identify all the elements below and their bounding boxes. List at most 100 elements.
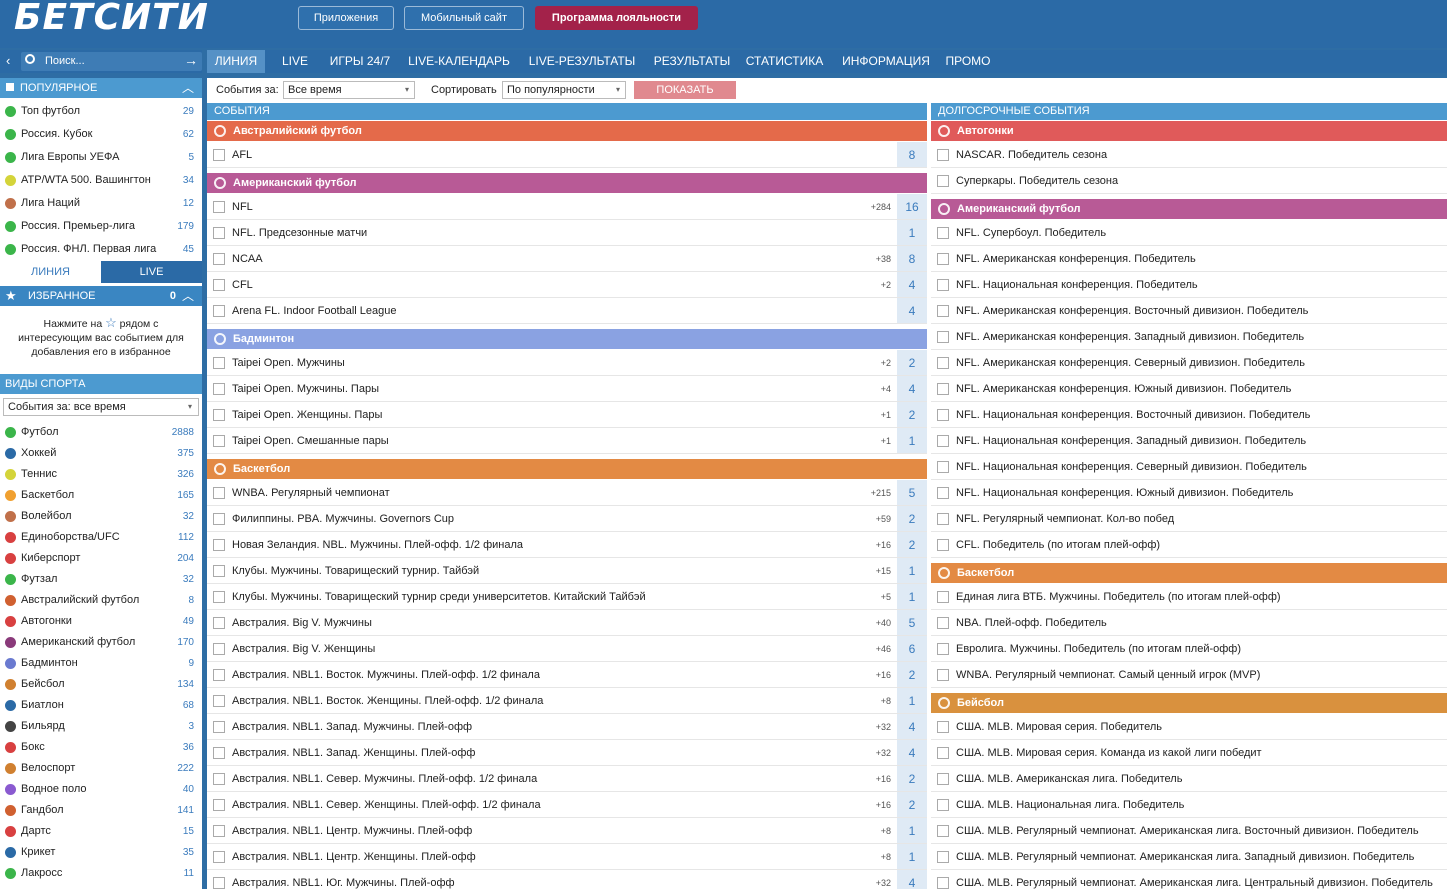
checkbox[interactable]	[213, 279, 225, 291]
popular-item[interactable]: ATP/WTA 500. Вашингтон 34	[0, 169, 202, 192]
checkbox[interactable]	[213, 227, 225, 239]
popular-item[interactable]: Лига Европы УЕФА 5	[0, 146, 202, 169]
checkbox[interactable]	[213, 149, 225, 161]
favorites-header[interactable]: ★ ИЗБРАННОЕ 0 ︿	[0, 286, 202, 306]
nav-tab-8[interactable]: ПРОМО	[944, 50, 992, 73]
checkbox[interactable]	[213, 591, 225, 603]
popular-header[interactable]: ПОПУЛЯРНОЕ ︿	[0, 78, 202, 98]
checkbox[interactable]	[937, 721, 949, 733]
event-count[interactable]: 8	[897, 246, 927, 271]
longterm-row[interactable]: NASCAR. Победитель сезона	[931, 142, 1447, 168]
checkbox[interactable]	[937, 539, 949, 551]
sport-item[interactable]: Австралийский футбол 8	[0, 590, 202, 611]
sort-select[interactable]: По популярности ▾	[502, 81, 626, 99]
checkbox[interactable]	[937, 825, 949, 837]
event-row[interactable]: AFL 8	[207, 142, 927, 168]
longterm-row[interactable]: NFL. Национальная конференция. Восточный…	[931, 402, 1447, 428]
search-input[interactable]: Поиск... →	[21, 52, 202, 71]
nav-tab-3[interactable]: LIVE-КАЛЕНДАРЬ	[403, 50, 515, 73]
chevron-left-icon[interactable]: ‹	[6, 53, 10, 68]
nav-tab-1[interactable]: LIVE	[270, 50, 320, 73]
sport-item[interactable]: Дартс 15	[0, 821, 202, 842]
checkbox[interactable]	[213, 799, 225, 811]
longterm-row[interactable]: Евролига. Мужчины. Победитель (по итогам…	[931, 636, 1447, 662]
checkbox[interactable]	[213, 253, 225, 265]
sport-group-header[interactable]: Баскетбол	[207, 459, 927, 479]
event-count[interactable]: 16	[897, 194, 927, 219]
longterm-row[interactable]: NFL. Национальная конференция. Победител…	[931, 272, 1447, 298]
event-row[interactable]: Австралия. NBL1. Север. Женщины. Плей-оф…	[207, 792, 927, 818]
event-count[interactable]: 2	[897, 792, 927, 817]
event-row[interactable]: Клубы. Мужчины. Товарищеский турнир. Тай…	[207, 558, 927, 584]
nav-tab-7[interactable]: ИНФОРМАЦИЯ	[840, 50, 932, 73]
event-count[interactable]: 2	[897, 402, 927, 427]
longterm-row[interactable]: NFL. Американская конференция. Северный …	[931, 350, 1447, 376]
checkbox[interactable]	[213, 747, 225, 759]
nav-tab-4[interactable]: LIVE-РЕЗУЛЬТАТЫ	[520, 50, 644, 73]
checkbox[interactable]	[213, 201, 225, 213]
event-row[interactable]: Новая Зеландия. NBL. Мужчины. Плей-офф. …	[207, 532, 927, 558]
sport-item[interactable]: Крикет 35	[0, 842, 202, 863]
chevron-up-icon[interactable]: ︿	[182, 286, 194, 306]
checkbox[interactable]	[213, 357, 225, 369]
longterm-row[interactable]: WNBA. Регулярный чемпионат. Самый ценный…	[931, 662, 1447, 688]
checkbox[interactable]	[937, 409, 949, 421]
longterm-row[interactable]: NFL. Национальная конференция. Западный …	[931, 428, 1447, 454]
event-row[interactable]: Австралия. Big V. Женщины +46 6	[207, 636, 927, 662]
sport-item[interactable]: Лакросс 11	[0, 863, 202, 884]
checkbox[interactable]	[937, 435, 949, 447]
longterm-row[interactable]: CFL. Победитель (по итогам плей-офф)	[931, 532, 1447, 558]
event-row[interactable]: Arena FL. Indoor Football League 4	[207, 298, 927, 324]
show-button[interactable]: ПОКАЗАТЬ	[634, 81, 736, 99]
longterm-row[interactable]: NFL. Американская конференция. Западный …	[931, 324, 1447, 350]
sport-item[interactable]: Бейсбол 134	[0, 674, 202, 695]
event-row[interactable]: Австралия. NBL1. Восток. Женщины. Плей-о…	[207, 688, 927, 714]
event-count[interactable]: 1	[897, 844, 927, 869]
checkbox[interactable]	[213, 851, 225, 863]
nav-tab-5[interactable]: РЕЗУЛЬТАТЫ	[649, 50, 735, 73]
event-count[interactable]: 2	[897, 350, 927, 375]
event-row[interactable]: Австралия. NBL1. Центр. Мужчины. Плей-оф…	[207, 818, 927, 844]
checkbox[interactable]	[937, 773, 949, 785]
longterm-row[interactable]: NFL. Регулярный чемпионат. Кол-во побед	[931, 506, 1447, 532]
checkbox[interactable]	[937, 461, 949, 473]
event-count[interactable]: 2	[897, 532, 927, 557]
apps-button[interactable]: Приложения	[298, 6, 394, 30]
logo[interactable]: БЕТСИТИ	[14, 0, 209, 38]
checkbox[interactable]	[937, 175, 949, 187]
event-count[interactable]: 1	[897, 688, 927, 713]
checkbox[interactable]	[937, 305, 949, 317]
checkbox[interactable]	[937, 617, 949, 629]
sport-item[interactable]: Киберспорт 204	[0, 548, 202, 569]
longterm-row[interactable]: NFL. Национальная конференция. Южный див…	[931, 480, 1447, 506]
nav-tab-0[interactable]: ЛИНИЯ	[207, 50, 265, 73]
checkbox[interactable]	[937, 799, 949, 811]
event-row[interactable]: Taipei Open. Женщины. Пары +1 2	[207, 402, 927, 428]
event-count[interactable]: 2	[897, 506, 927, 531]
checkbox[interactable]	[213, 409, 225, 421]
longterm-row[interactable]: Суперкары. Победитель сезона	[931, 168, 1447, 194]
longterm-row[interactable]: NBA. Плей-офф. Победитель	[931, 610, 1447, 636]
longterm-row[interactable]: США. MLB. Мировая серия. Победитель	[931, 714, 1447, 740]
sport-item[interactable]: Водное поло 40	[0, 779, 202, 800]
event-row[interactable]: Австралия. NBL1. Центр. Женщины. Плей-оф…	[207, 844, 927, 870]
event-count[interactable]: 4	[897, 376, 927, 401]
longterm-row[interactable]: NFL. Супербоул. Победитель	[931, 220, 1447, 246]
event-row[interactable]: Taipei Open. Мужчины. Пары +4 4	[207, 376, 927, 402]
checkbox[interactable]	[213, 695, 225, 707]
sport-item[interactable]: Баскетбол 165	[0, 485, 202, 506]
mobile-site-button[interactable]: Мобильный сайт	[404, 6, 524, 30]
event-row[interactable]: Австралия. NBL1. Восток. Мужчины. Плей-о…	[207, 662, 927, 688]
event-count[interactable]: 1	[897, 584, 927, 609]
event-row[interactable]: Австралия. NBL1. Север. Мужчины. Плей-оф…	[207, 766, 927, 792]
sport-group-header[interactable]: Австралийский футбол	[207, 121, 927, 141]
checkbox[interactable]	[937, 253, 949, 265]
event-row[interactable]: NFL +284 16	[207, 194, 927, 220]
longterm-row[interactable]: США. MLB. Американская лига. Победитель	[931, 766, 1447, 792]
longterm-group-header[interactable]: Американский футбол	[931, 199, 1447, 219]
checkbox[interactable]	[937, 227, 949, 239]
longterm-row[interactable]: NFL. Национальная конференция. Северный …	[931, 454, 1447, 480]
event-count[interactable]: 4	[897, 714, 927, 739]
popular-item[interactable]: Топ футбол 29	[0, 100, 202, 123]
popular-item[interactable]: Россия. Премьер-лига 179	[0, 215, 202, 238]
